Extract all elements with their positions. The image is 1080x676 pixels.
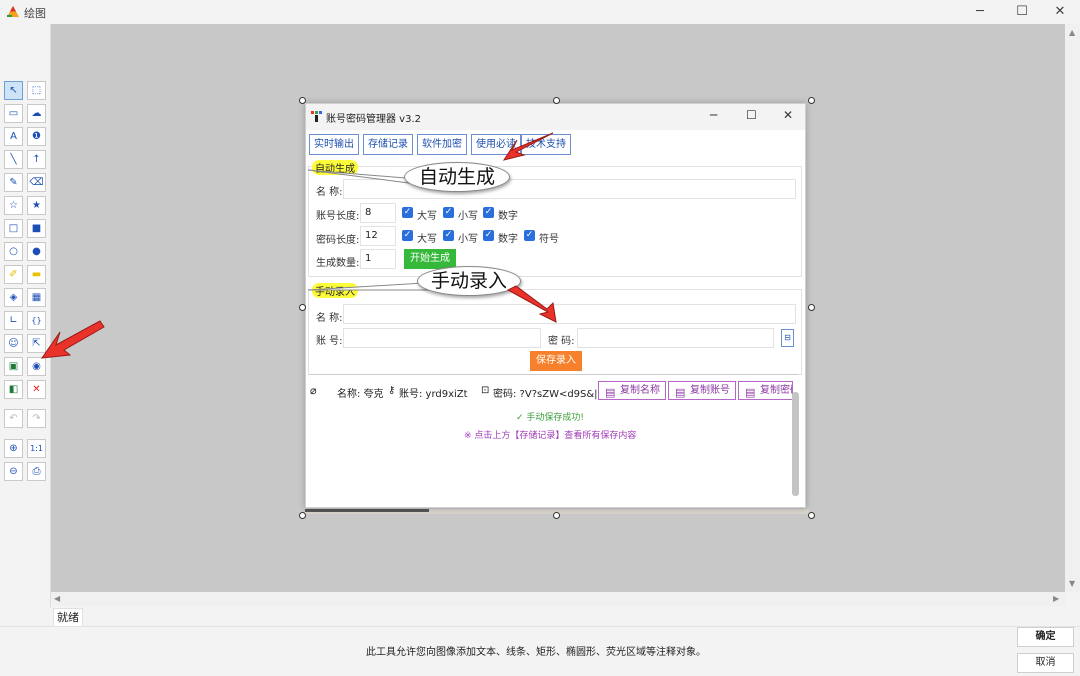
status-bar: 就绪	[51, 606, 1080, 626]
status-text: 就绪	[53, 608, 83, 626]
red-arrow-icon	[506, 285, 557, 323]
red-arrow-icon	[502, 132, 554, 161]
ok-button[interactable]: 确定	[1017, 627, 1074, 647]
cancel-button[interactable]: 取消	[1017, 653, 1074, 673]
red-arrow-icon	[40, 320, 105, 359]
tool-hint-text: 此工具允许您向图像添加文本、线条、矩形、椭圆形、荧光区域等注释对象。	[366, 647, 706, 658]
arrow-layer	[40, 132, 557, 359]
dialog-footer: 此工具允许您向图像添加文本、线条、矩形、椭圆形、荧光区域等注释对象。 确定 取消	[0, 626, 1080, 676]
